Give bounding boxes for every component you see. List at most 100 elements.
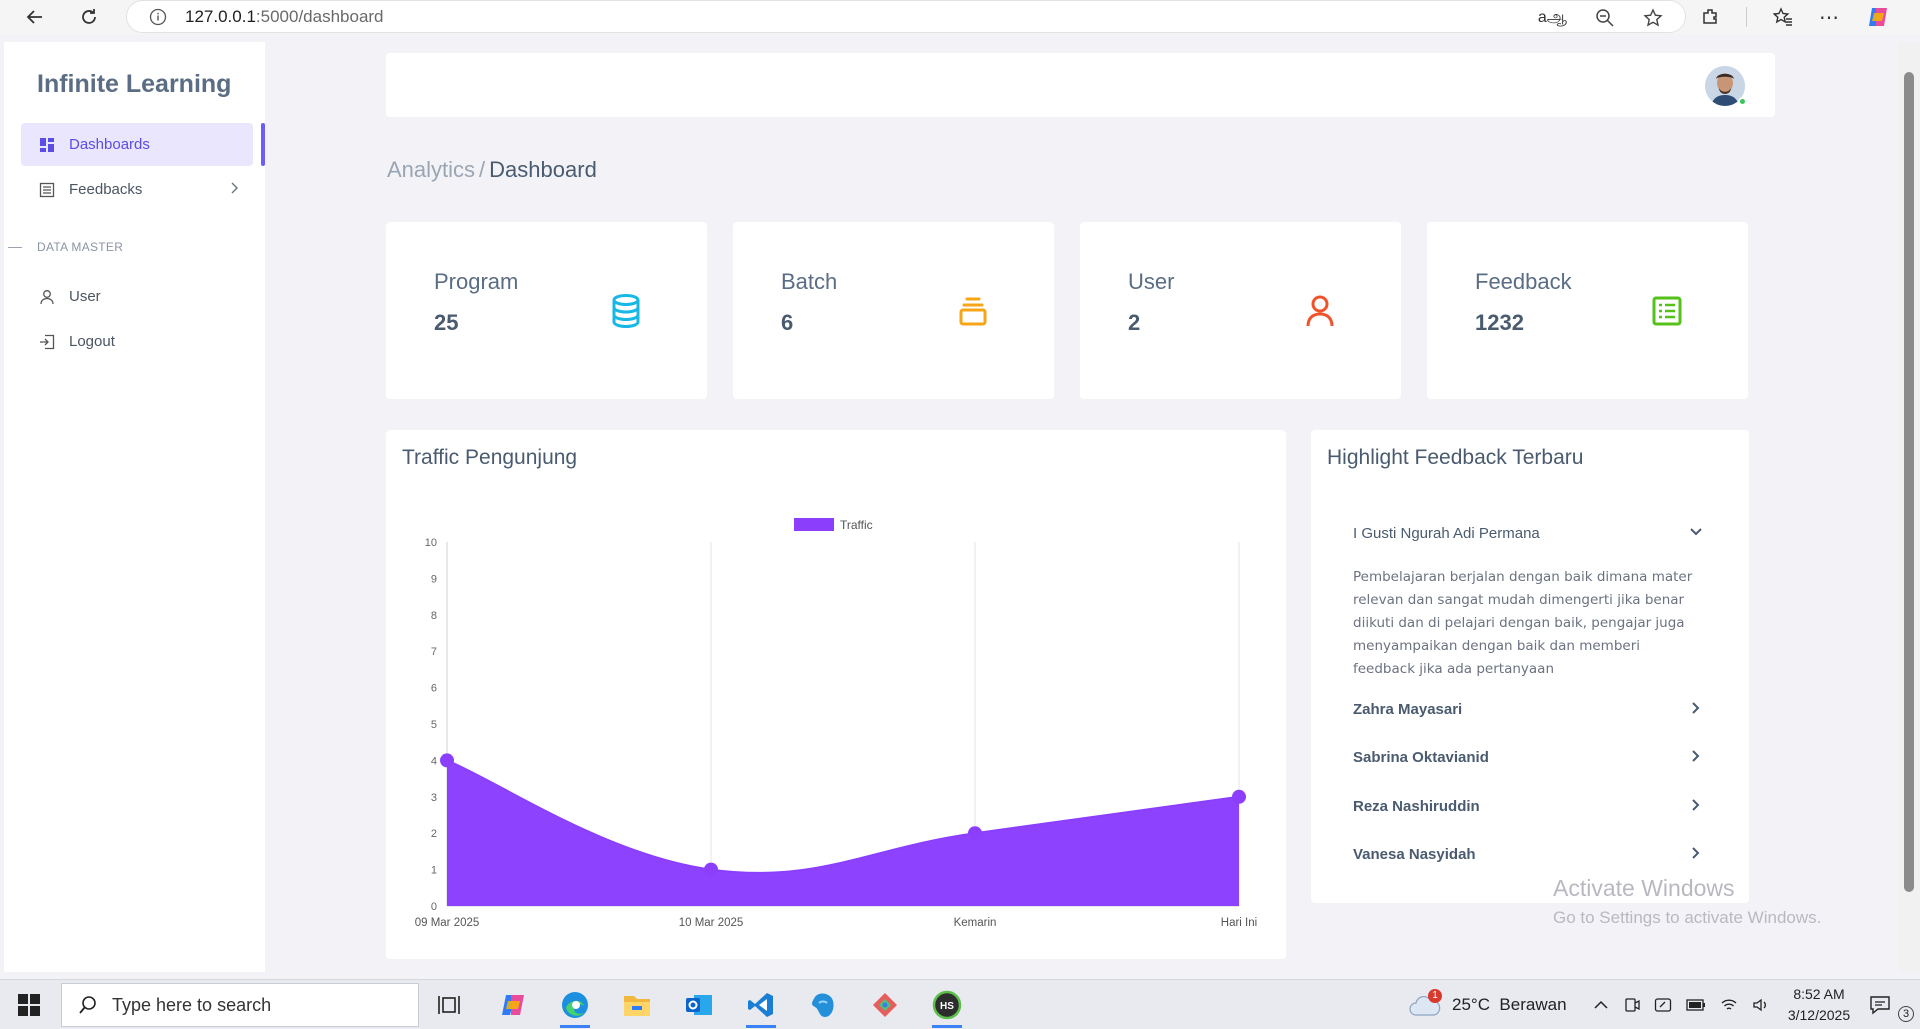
battery-icon[interactable] (1686, 998, 1706, 1012)
app-git-icon[interactable] (868, 988, 902, 1022)
file-explorer-icon[interactable] (620, 988, 654, 1022)
url-path: :5000/dashboard (255, 6, 384, 26)
chevron-right-icon (1689, 749, 1703, 763)
y-tick-label: 2 (431, 828, 437, 840)
app-hs-icon[interactable]: HS (930, 988, 964, 1028)
notification-count: 3 (1898, 1006, 1914, 1022)
chevron-right-icon (229, 182, 239, 197)
grid-icon (39, 137, 55, 153)
address-bar[interactable]: 127.0.0.1:5000/dashboard aஆ (126, 0, 1686, 33)
y-tick-label: 10 (425, 537, 437, 549)
favorites-icon[interactable] (1773, 7, 1793, 27)
edge-browser-icon[interactable] (558, 988, 592, 1028)
user-icon (1302, 293, 1338, 329)
taskbar-search[interactable]: Type here to search (61, 983, 419, 1027)
stat-value: 2 (1128, 310, 1141, 335)
meet-now-icon[interactable] (1624, 996, 1640, 1014)
feedback-item[interactable]: Zahra Mayasari (1353, 701, 1703, 718)
sidebar-item-dashboards[interactable]: Dashboards (21, 123, 253, 166)
stat-label: Batch (781, 269, 838, 294)
weather-widget[interactable]: 1 25°C Berawan (1408, 980, 1567, 1029)
chevron-up-icon[interactable] (1592, 996, 1610, 1014)
browser-toolbar: 127.0.0.1:5000/dashboard aஆ ⋯ (0, 0, 1920, 34)
activation-watermark-title: Activate Windows (1553, 875, 1735, 901)
sidebar-item-label: Feedbacks (69, 181, 143, 198)
task-view-icon[interactable] (433, 988, 467, 1022)
brand-title[interactable]: Infinite Learning (37, 70, 231, 99)
feedback-panel: Highlight Feedback Terbaru I Gusti Ngura… (1311, 430, 1749, 903)
feedback-name: Vanesa Nasyidah (1353, 846, 1476, 863)
y-tick-label: 7 (431, 646, 437, 658)
sidebar-item-user[interactable]: User (21, 275, 253, 318)
breadcrumb-parent[interactable]: Analytics (387, 157, 475, 182)
copilot-icon[interactable] (1866, 5, 1890, 29)
feedback-name: I Gusti Ngurah Adi Permana (1353, 525, 1540, 542)
url-host: 127.0.0.1 (185, 6, 256, 26)
legend-label: Traffic (840, 518, 873, 532)
copilot-app-icon[interactable] (496, 988, 530, 1022)
x-tick-label: 09 Mar 2025 (415, 917, 480, 929)
pen-tray-icon[interactable] (1654, 996, 1672, 1014)
zoom-out-icon[interactable] (1595, 8, 1615, 28)
stat-label: User (1128, 269, 1175, 294)
chevron-right-icon (1689, 846, 1703, 860)
page-scrollbar[interactable] (1898, 42, 1920, 972)
taskbar-clock[interactable]: 8:52 AM 3/12/2025 (1776, 984, 1862, 1026)
logout-icon (39, 334, 55, 350)
legend-swatch (794, 518, 834, 531)
more-menu-icon[interactable]: ⋯ (1819, 5, 1840, 30)
activation-watermark-subtitle: Go to Settings to activate Windows. (1553, 908, 1822, 927)
volume-icon[interactable] (1752, 997, 1770, 1013)
chevron-down-icon (1689, 525, 1703, 539)
y-tick-label: 8 (431, 610, 437, 622)
top-header-card (386, 53, 1775, 117)
back-arrow-icon (26, 10, 42, 24)
favorite-star-icon[interactable] (1643, 7, 1663, 28)
stat-value: 6 (781, 310, 794, 335)
breadcrumb-current: Dashboard (489, 157, 597, 182)
stat-card-batch: Batch 6 (733, 222, 1054, 399)
back-button[interactable] (18, 0, 52, 34)
scrollbar-thumb[interactable] (1904, 72, 1914, 892)
y-tick-label: 9 (431, 573, 437, 585)
search-icon (79, 996, 96, 1014)
reload-button[interactable] (72, 0, 106, 34)
feedback-text: Pembelajaran berjalan dengan baik dimana… (1353, 569, 1693, 677)
feedback-item-expanded[interactable]: I Gusti Ngurah Adi Permana (1353, 525, 1703, 542)
stat-label: Feedback (1475, 269, 1572, 294)
layers-icon (955, 293, 991, 329)
taskbar: Type here to search HS 1 25°C Berawan 8:… (0, 979, 1920, 1029)
notification-center[interactable]: 3 (1868, 980, 1914, 1029)
feedback-item[interactable]: Vanesa Nasyidah (1353, 846, 1703, 863)
section-divider (8, 247, 22, 248)
stat-label: Program (434, 269, 519, 294)
feedback-item[interactable]: Reza Nashiruddin (1353, 798, 1703, 815)
list-icon (39, 182, 55, 198)
windows-start-icon[interactable] (18, 994, 40, 1016)
sidebar-item-feedbacks[interactable]: Feedbacks (21, 168, 253, 211)
extensions-icon[interactable] (1700, 7, 1720, 27)
stat-value: 25 (434, 310, 459, 335)
clock-date: 3/12/2025 (1787, 1007, 1851, 1023)
traffic-panel: Traffic Pengunjung 0 1 2 3 4 5 6 7 8 9 10 09 Mar 20… (386, 430, 1286, 959)
stat-value: 1232 (1475, 310, 1524, 335)
database-icon (608, 293, 644, 329)
site-info-icon[interactable] (147, 6, 169, 28)
read-aloud-icon[interactable]: aஆ (1538, 8, 1567, 28)
x-tick-label: Kemarin (954, 917, 997, 929)
svg-text:HS: HS (940, 1001, 954, 1012)
y-tick-label: 4 (431, 755, 437, 767)
feedback-item[interactable]: Sabrina Oktavianid (1353, 749, 1703, 766)
search-placeholder: Type here to search (112, 994, 272, 1015)
outlook-icon[interactable] (682, 988, 716, 1022)
table-icon (1649, 293, 1685, 329)
wifi-icon[interactable] (1720, 997, 1738, 1013)
active-indicator (261, 123, 265, 166)
sidebar-item-logout[interactable]: Logout (21, 320, 253, 363)
vscode-icon[interactable] (744, 988, 778, 1028)
weather-alert-badge: 1 (1428, 989, 1442, 1003)
traffic-point (704, 862, 718, 877)
app-blue-drop-icon[interactable] (806, 988, 840, 1022)
stat-card-feedback: Feedback 1232 (1427, 222, 1748, 399)
y-tick-label: 3 (431, 792, 437, 804)
